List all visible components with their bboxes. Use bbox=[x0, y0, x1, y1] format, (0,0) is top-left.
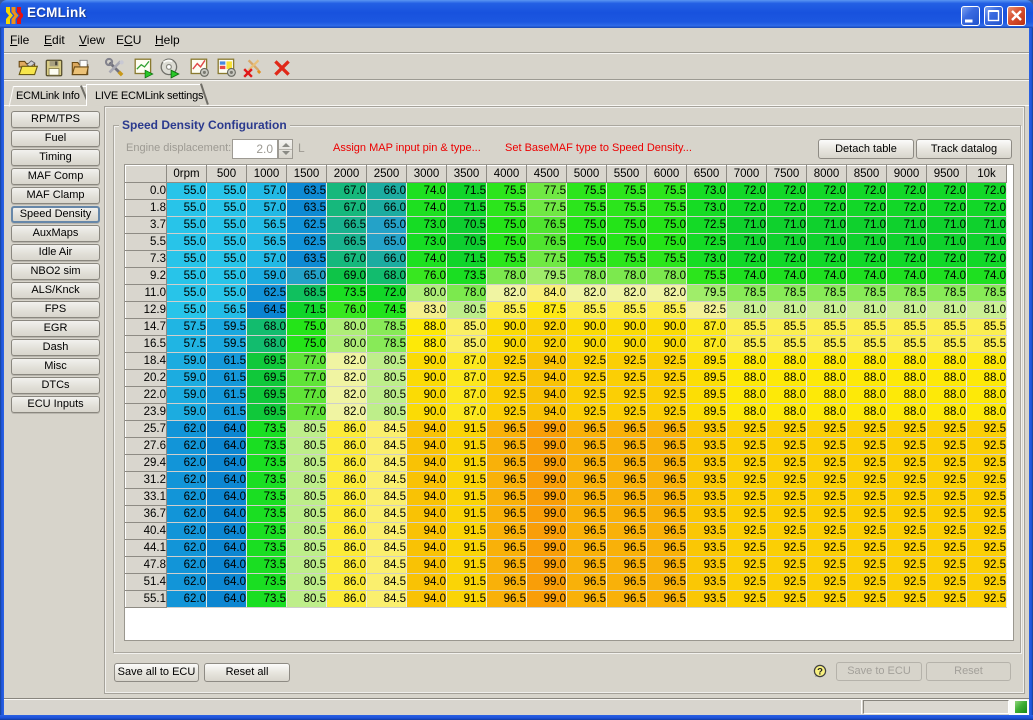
svg-text:?: ? bbox=[817, 666, 823, 677]
